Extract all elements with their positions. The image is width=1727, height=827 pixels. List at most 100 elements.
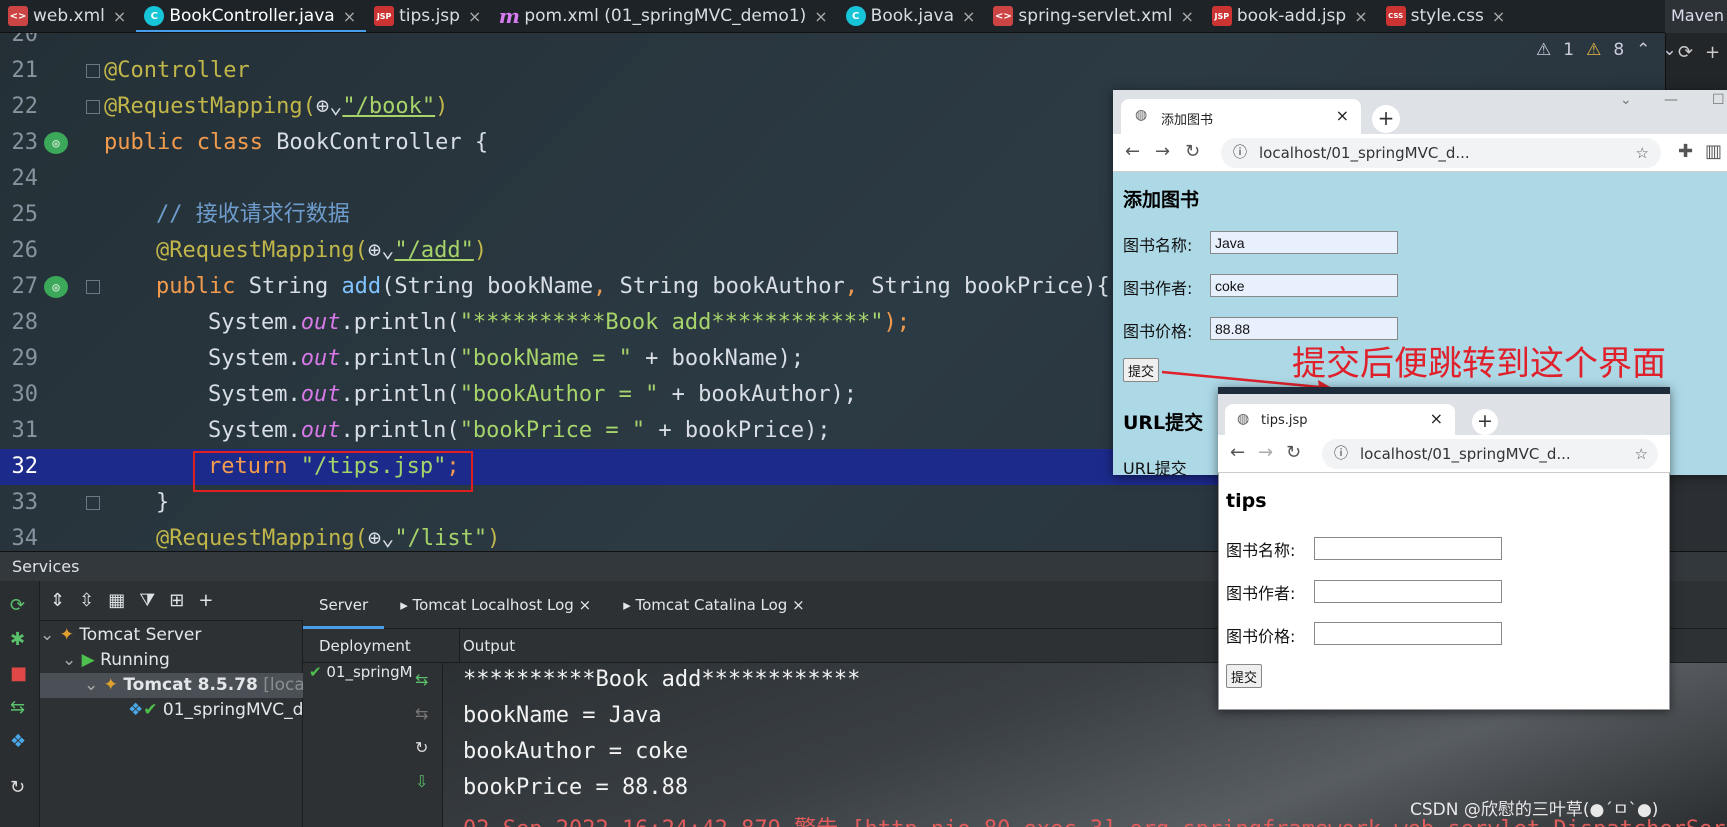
address-bar[interactable]: ⓘ localhost/01_springMVC_d... ☆	[1322, 439, 1658, 469]
spring-bean-icon[interactable]: ◎	[44, 132, 68, 154]
new-tab-button[interactable]: +	[1372, 105, 1400, 133]
submit-button[interactable]: 提交	[1226, 664, 1263, 688]
chevron-down-icon[interactable]: ⌄	[1620, 92, 1632, 108]
close-icon[interactable]: ×	[1492, 7, 1505, 26]
xml-file-icon: <>	[993, 6, 1014, 26]
close-icon[interactable]: ×	[814, 7, 827, 26]
close-icon[interactable]: ×	[1430, 409, 1443, 428]
book-name-input[interactable]	[1210, 231, 1398, 254]
console-line: bookPrice = 88.88	[463, 775, 689, 800]
globe-icon[interactable]: ⊕⌄	[368, 238, 395, 263]
forward-icon[interactable]: →	[1258, 442, 1273, 463]
fold-icon[interactable]	[86, 280, 100, 294]
fold-icon[interactable]	[86, 64, 100, 78]
tab-web-xml[interactable]: <> web.xml ×	[0, 0, 136, 32]
tree-item-running[interactable]: ⌄ ▶ Running	[40, 648, 303, 673]
stop-icon[interactable]: ■	[10, 663, 27, 684]
back-icon[interactable]: ←	[1230, 442, 1245, 463]
close-icon[interactable]: ×	[792, 596, 805, 614]
new-tab-button[interactable]: +	[1472, 409, 1498, 435]
tab-bookcontroller-java[interactable]: C BookController.java ×	[136, 0, 366, 32]
redeploy-icon[interactable]: ⇆	[415, 704, 428, 723]
star-icon[interactable]: ☆	[1635, 439, 1648, 469]
refresh-icon[interactable]: ↻	[10, 777, 25, 798]
refresh-icon[interactable]: ↻	[415, 738, 428, 757]
minimize-icon[interactable]: —	[1664, 92, 1678, 108]
reload-icon[interactable]: ↻	[1286, 442, 1301, 463]
deploy-icon[interactable]: ⇆	[10, 697, 25, 718]
deployment-item[interactable]: ✔ 01_springM	[309, 663, 413, 681]
group-icon[interactable]: ▦	[108, 590, 125, 611]
window-border	[1218, 387, 1670, 394]
browser-tab[interactable]: ◍ tips.jsp ×	[1225, 404, 1455, 435]
code-line: 20	[11, 33, 39, 47]
add-icon[interactable]: +	[198, 590, 213, 611]
fold-icon[interactable]	[86, 496, 100, 510]
globe-icon[interactable]: ⊕⌄	[368, 526, 395, 551]
debug-icon[interactable]: ✱	[10, 629, 25, 650]
url-submit-link[interactable]: URL提交	[1123, 455, 1187, 479]
book-author-input[interactable]	[1210, 274, 1398, 297]
refresh-icon[interactable]: ⟳	[1678, 42, 1693, 63]
chevron-down-icon[interactable]: ⌄	[62, 650, 76, 670]
tree-item-artifact[interactable]: ❖✔ 01_springMVC_d	[40, 698, 303, 723]
book-price-input[interactable]	[1314, 622, 1502, 645]
book-name-input[interactable]	[1314, 537, 1502, 560]
artifact-icon[interactable]: ❖	[10, 731, 26, 752]
tab-book-java[interactable]: C Book.java ×	[838, 0, 986, 32]
page-title: tips	[1226, 490, 1267, 512]
tab-pom-xml[interactable]: m pom.xml (01_springMVC_demo1) ×	[491, 0, 837, 32]
close-icon[interactable]: ×	[962, 7, 975, 26]
field-label: 图书作者:	[1226, 584, 1296, 603]
submit-button[interactable]: 提交	[1123, 358, 1160, 382]
tab-tomcat-localhost-log[interactable]: ▸ Tomcat Localhost Log ×	[384, 581, 607, 629]
reload-icon[interactable]: ↻	[1185, 141, 1200, 162]
new-tab-icon[interactable]: ⊞	[169, 590, 184, 611]
console-line: bookName = Java	[463, 703, 662, 728]
close-icon[interactable]: ×	[113, 7, 126, 26]
tab-style-css[interactable]: CSS style.css ×	[1378, 0, 1516, 32]
rerun-icon[interactable]: ⟳	[10, 595, 25, 616]
star-icon[interactable]: ☆	[1636, 138, 1649, 168]
chevron-down-icon[interactable]: ⌄	[84, 675, 98, 695]
deploy-icon[interactable]: ⇆	[415, 670, 428, 689]
close-icon[interactable]: ×	[1336, 106, 1349, 125]
console-line: **********Book add************	[463, 667, 861, 692]
expand-all-icon[interactable]: ⇕	[50, 590, 65, 611]
close-icon[interactable]: ×	[1180, 7, 1193, 26]
tab-book-add-jsp[interactable]: JSP book-add.jsp ×	[1204, 0, 1378, 32]
close-icon[interactable]: ×	[468, 7, 481, 26]
filter-icon[interactable]: ⧩	[139, 590, 155, 611]
tab-tips-jsp[interactable]: JSP tips.jsp ×	[366, 0, 491, 32]
maven-tool-window-button[interactable]: Maven	[1665, 0, 1727, 33]
tab-spring-servlet-xml[interactable]: <> spring-servlet.xml ×	[985, 0, 1203, 32]
extensions-icon[interactable]: ✚	[1678, 141, 1693, 162]
sidebar-icon[interactable]: ▥	[1705, 141, 1722, 162]
tree-item-tomcat-server[interactable]: ⌄ ✦ Tomcat Server	[40, 623, 303, 648]
warning-icon: ⚠	[1586, 40, 1602, 60]
back-icon[interactable]: ←	[1125, 141, 1140, 162]
request-mapping-icon[interactable]: ◎	[44, 276, 68, 298]
tab-server[interactable]: Server	[303, 581, 385, 629]
fold-icon[interactable]	[86, 100, 100, 114]
forward-icon[interactable]: →	[1155, 141, 1170, 162]
tab-tomcat-catalina-log[interactable]: ▸ Tomcat Catalina Log ×	[607, 581, 821, 629]
chevron-down-icon[interactable]: ⌄	[40, 625, 54, 645]
download-icon[interactable]: ⇩	[415, 772, 428, 791]
chevron-down-icon[interactable]: ⌄	[1662, 40, 1676, 60]
collapse-all-icon[interactable]: ⇳	[79, 590, 94, 611]
close-icon[interactable]: ×	[579, 596, 592, 614]
book-author-input[interactable]	[1314, 580, 1502, 603]
maximize-icon[interactable]: ☐	[1712, 92, 1725, 108]
console-icon: ▸	[623, 595, 631, 614]
globe-icon[interactable]: ⊕⌄	[316, 94, 343, 119]
inspection-widget[interactable]: ⚠ 1 ⚠ 8 ⌃ ⌄	[1536, 40, 1677, 60]
close-icon[interactable]: ×	[343, 7, 356, 26]
maven-icon: m	[498, 4, 520, 28]
chevron-up-icon[interactable]: ⌃	[1636, 40, 1650, 60]
close-icon[interactable]: ×	[1354, 7, 1367, 26]
browser-tab[interactable]: ◍ 添加图书 ×	[1121, 99, 1361, 134]
add-icon[interactable]: +	[1705, 42, 1720, 63]
tree-item-tomcat-instance[interactable]: ⌄ ✦ Tomcat 8.5.78 [local]	[40, 673, 303, 698]
address-bar[interactable]: ⓘ localhost/01_springMVC_d... ☆	[1221, 138, 1661, 168]
